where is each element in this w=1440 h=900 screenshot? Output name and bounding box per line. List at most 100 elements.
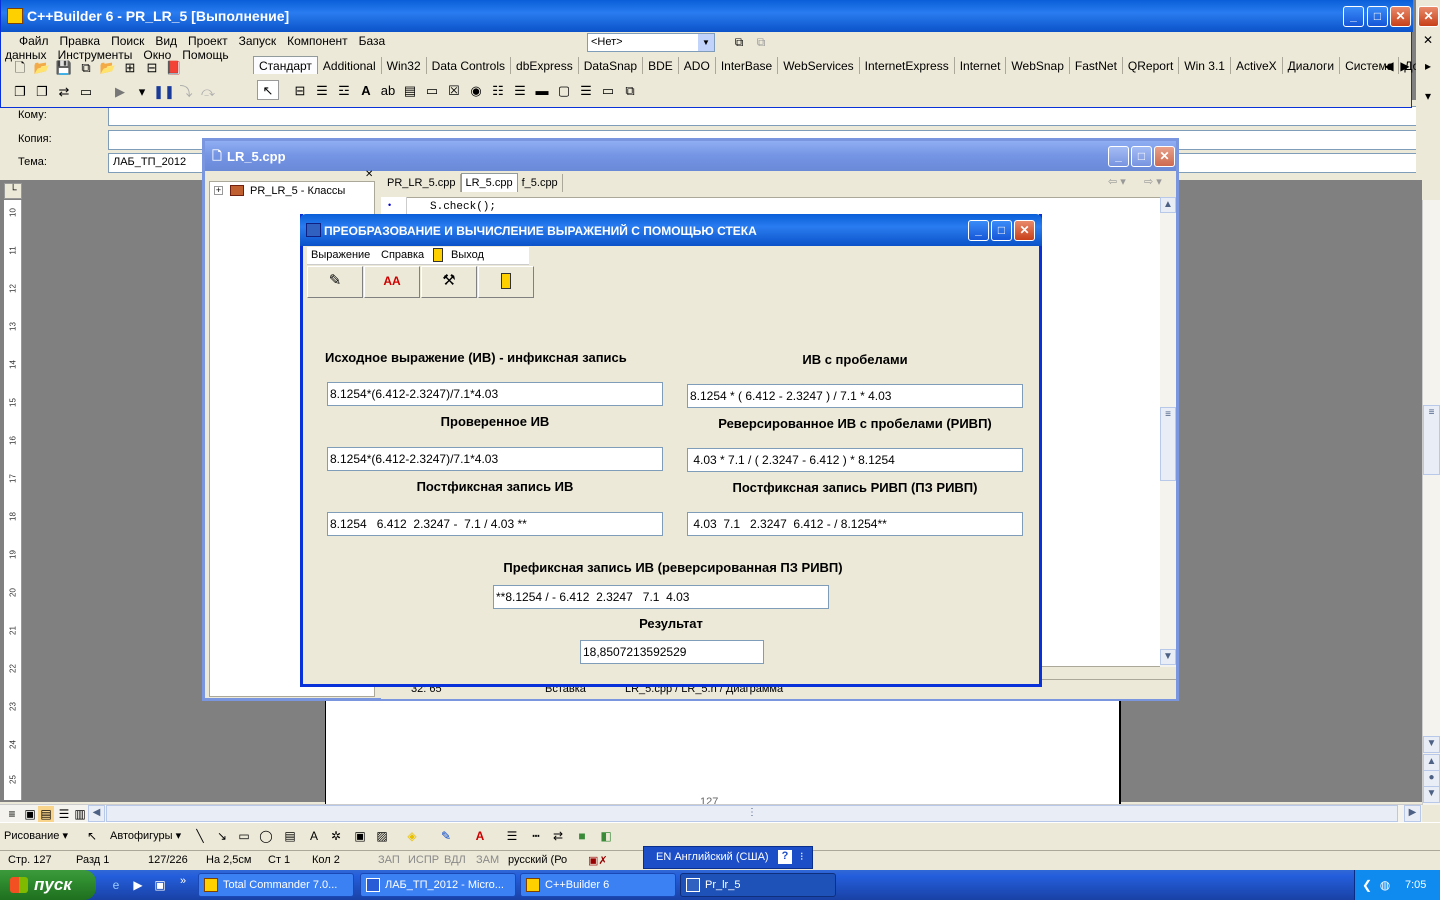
editor-vertical-scrollbar[interactable]: ▲ ≡ ▼ <box>1160 197 1176 667</box>
open-project-icon[interactable]: 📂 <box>97 58 119 78</box>
menu-project[interactable]: Проект <box>188 34 228 48</box>
scroll-right-button[interactable]: ▶ <box>1404 805 1421 822</box>
maximize-button[interactable]: □ <box>1367 6 1388 27</box>
palette-tab[interactable]: Диалоги <box>1283 57 1341 74</box>
menu-help[interactable]: Помощь <box>182 48 228 62</box>
trace-into-icon[interactable]: ⤵ <box>175 82 197 102</box>
groupbox-icon[interactable]: ▢ <box>553 81 575 101</box>
chevron-down-icon[interactable]: ▼ <box>698 34 714 51</box>
forward-arrow-icon[interactable]: ⇨ ▾ <box>1144 175 1162 188</box>
save-icon[interactable]: 💾 <box>53 58 75 78</box>
tools-button[interactable]: ⚒ <box>421 266 477 298</box>
minimize-button[interactable]: _ <box>1343 6 1364 27</box>
help-icon[interactable]: ? <box>778 850 792 864</box>
quicklaunch-icon[interactable]: ▣ <box>152 877 168 893</box>
select-objects-icon[interactable]: ↖ <box>84 828 100 844</box>
checkbox-icon[interactable]: ☒ <box>443 81 465 101</box>
normal-view-icon[interactable]: ≡ <box>4 806 20 822</box>
toggle-form-unit-icon[interactable]: ⇄ <box>53 82 75 102</box>
clock[interactable]: 7:05 <box>1405 879 1426 891</box>
scroll-left-button[interactable]: ◀ <box>88 805 105 822</box>
popupmenu-icon[interactable]: ☲ <box>333 81 355 101</box>
menu-expression[interactable]: Выражение <box>311 249 370 261</box>
status-trk[interactable]: ИСПР <box>408 854 439 866</box>
tab-selector[interactable]: └ <box>4 183 22 199</box>
language-bar[interactable]: EN Английский (США) ? ⁝ <box>643 846 813 869</box>
edit-icon[interactable]: ab <box>377 81 399 101</box>
palette-tab[interactable]: dbExpress <box>511 57 579 74</box>
view-form-icon[interactable]: ❐ <box>31 82 53 102</box>
editor-scroll-thumb[interactable]: ≡ <box>1160 407 1176 481</box>
frames-icon[interactable]: ⊟ <box>289 81 311 101</box>
autoshapes-menu[interactable]: Автофигуры ▾ <box>110 829 181 842</box>
picture-icon[interactable]: ▨ <box>374 828 390 844</box>
document-page[interactable] <box>325 700 1121 804</box>
exit-button[interactable] <box>478 266 534 298</box>
checked-field[interactable]: 8.1254*(6.412-2.3247)/7.1*4.03 <box>327 447 663 471</box>
save-all-icon[interactable]: ⧉ <box>75 58 97 78</box>
media-player-icon[interactable]: ▶ <box>130 877 146 893</box>
tray-expand-icon[interactable]: ❮ <box>1359 877 1375 893</box>
tab-f5[interactable]: f_5.cpp <box>517 174 563 192</box>
palette-scroll-right-icon[interactable]: ▶ <box>1397 58 1413 74</box>
dialog-maximize-button[interactable]: □ <box>991 220 1012 241</box>
pause-icon[interactable]: ❚❚ <box>153 82 175 102</box>
reversed-field[interactable]: 4.03 * 7.1 / ( 2.3247 - 6.412 ) * 8.1254 <box>687 448 1023 472</box>
editor-title-bar[interactable]: 🗋 LR_5.cpp _ □ ✕ <box>205 141 1176 171</box>
infix-field[interactable]: 8.1254*(6.412-2.3247)/7.1*4.03 <box>327 382 663 406</box>
result-field[interactable]: 18,8507213592529 <box>580 640 764 664</box>
button-icon[interactable]: ▭ <box>421 81 443 101</box>
draw-menu[interactable]: Рисование ▾ <box>4 829 68 842</box>
palette-tab[interactable]: WebServices <box>778 57 860 74</box>
palette-tab[interactable]: BDE <box>643 57 679 74</box>
quicklaunch-more-icon[interactable]: » <box>180 875 186 887</box>
web-view-icon[interactable]: ▣ <box>22 806 38 822</box>
spaced-field[interactable]: 8.1254 * ( 6.412 - 2.3247 ) / 7.1 * 4.03 <box>687 384 1023 408</box>
clipart-icon[interactable]: ▣ <box>352 828 368 844</box>
tab-pr-lr5[interactable]: PR_LR_5.cpp <box>383 174 461 192</box>
menu-help[interactable]: Справка <box>381 249 424 261</box>
palette-tab[interactable]: Стандарт <box>253 56 318 74</box>
pointer-icon[interactable]: ↖ <box>257 80 279 100</box>
actionlist-icon[interactable]: ⧉ <box>619 81 641 101</box>
next-page-button[interactable]: ▼ <box>1423 786 1440 803</box>
palette-scroll-left-icon[interactable]: ◀ <box>1381 58 1397 74</box>
spelling-status-icon[interactable]: ▣✗ <box>588 854 608 867</box>
language-indicator[interactable]: EN Английский (США) <box>656 851 769 863</box>
task-pr-lr5[interactable]: Pr_lr_5 <box>680 873 836 897</box>
run-dropdown-icon[interactable]: ▾ <box>131 82 153 102</box>
run-icon[interactable]: ▶ <box>109 82 131 102</box>
word-horizontal-scrollbar[interactable]: ≡ ▣ ▤ ☰ ▥ ◀ ⋮ ▶ <box>0 804 1422 822</box>
scrollbar-icon[interactable]: ▬ <box>531 81 553 101</box>
menu-edit[interactable]: Правка <box>60 34 101 48</box>
to-field[interactable] <box>108 106 1428 126</box>
open-icon[interactable]: 📂 <box>31 58 53 78</box>
panel-icon[interactable]: ▭ <box>597 81 619 101</box>
status-rec[interactable]: ЗАП <box>378 854 400 866</box>
step-over-icon[interactable]: ⤼ <box>197 82 219 102</box>
print-layout-icon[interactable]: ▤ <box>38 806 54 822</box>
view-unit-icon[interactable]: ❐ <box>9 82 31 102</box>
editor-scroll-up[interactable]: ▲ <box>1160 197 1176 213</box>
dash-style-icon[interactable]: ┅ <box>528 828 544 844</box>
rectangle-icon[interactable]: ▭ <box>236 828 252 844</box>
radiobutton-icon[interactable]: ◉ <box>465 81 487 101</box>
menu-run[interactable]: Запуск <box>239 34 277 48</box>
palette-tab[interactable]: InterBase <box>716 57 779 74</box>
toolbar-options-icon-2[interactable]: ▾ <box>1420 88 1436 104</box>
palette-tab[interactable]: DataSnap <box>579 57 644 74</box>
dialog-close-button[interactable]: ✕ <box>1014 220 1035 241</box>
line-color-icon[interactable]: ✎ <box>438 828 454 844</box>
new-form-icon[interactable]: ▭ <box>75 82 97 102</box>
menu-search[interactable]: Поиск <box>111 34 144 48</box>
task-word[interactable]: ЛАБ_ТП_2012 - Micro... <box>360 873 516 897</box>
palette-tab[interactable]: QReport <box>1123 57 1180 74</box>
editor-close-button[interactable]: ✕ <box>1154 146 1175 167</box>
add-to-project-icon[interactable]: ⊞ <box>119 58 141 78</box>
fill-color-icon[interactable]: ◈ <box>404 828 420 844</box>
listbox-icon[interactable]: ☷ <box>487 81 509 101</box>
dialog-app-icon[interactable] <box>306 223 321 237</box>
radiogroup-icon[interactable]: ☰ <box>575 81 597 101</box>
arrow-style-icon[interactable]: ⇄ <box>550 828 566 844</box>
expand-icon[interactable]: + <box>214 186 223 195</box>
